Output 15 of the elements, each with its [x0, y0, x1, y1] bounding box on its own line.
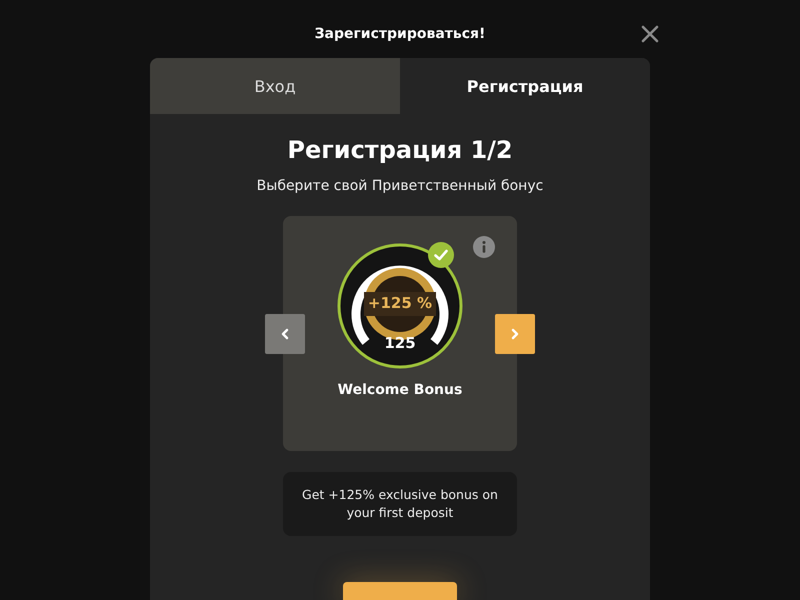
info-icon[interactable] [473, 236, 495, 258]
tab[interactable]: Вход [150, 58, 400, 114]
chevron-right-icon [510, 328, 520, 340]
heading: Регистрация 1/2 [287, 136, 513, 164]
dialog-title: Зарегистрироваться! [314, 26, 486, 42]
bonus-percent: +125 % [366, 294, 434, 312]
action-button[interactable] [343, 582, 457, 600]
bonus-card[interactable]: +125 % 125 Welcome Bonus [283, 216, 517, 452]
bonus-description: Get +125% exclusive bonus on your first deposit [283, 472, 517, 536]
next-button[interactable] [495, 314, 535, 354]
subtitle: Выберите свой Приветственный бонус [256, 178, 544, 194]
close-icon[interactable] [641, 25, 659, 43]
bonus-value: 125 [383, 334, 417, 352]
bonus-name: Welcome Bonus [338, 382, 462, 398]
chevron-left-icon [280, 328, 290, 340]
